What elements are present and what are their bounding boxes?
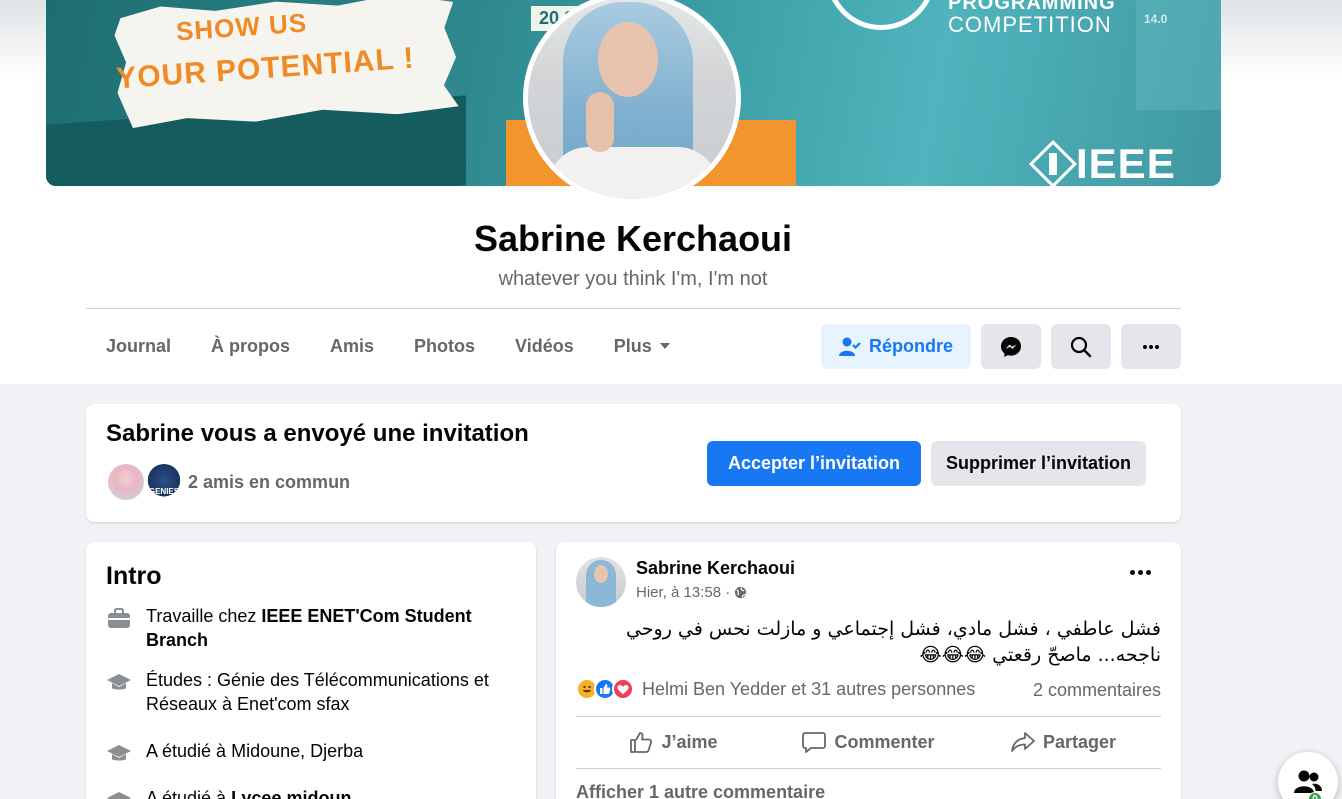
cover-ieee-logo: IEEE [1028, 139, 1176, 186]
cover-competition-text: COMPETITION [948, 12, 1112, 37]
accept-invitation-button[interactable]: Accepter l’invitation [707, 441, 921, 486]
comment-label: Commenter [834, 731, 935, 752]
like-label: J’aime [661, 731, 718, 752]
mutual-friends-text[interactable]: 2 amis en commun [188, 472, 350, 493]
briefcase-icon [106, 606, 132, 632]
post-actions: J’aime Commenter Partager [576, 718, 1161, 766]
intro-studies-text: Études : Génie des Télécommunications et… [146, 670, 489, 714]
comment-button[interactable]: Commenter [771, 718, 966, 766]
mutual-friend-avatar[interactable]: GENIES [144, 462, 184, 502]
person-check-icon [838, 337, 861, 356]
profile-tabs: Journal À propos Amis Photos Vidéos Plus [86, 322, 690, 370]
mutual-badge-text: GENIES [148, 487, 180, 496]
reactions-summary[interactable]: Helmi Ben Yedder et 31 autres personnes [576, 678, 975, 700]
more-icon [1143, 344, 1159, 349]
contacts-badge: 0 [1308, 792, 1322, 799]
tab-friends-label: Amis [330, 335, 375, 356]
cover-circle-logo-icon [826, 0, 936, 30]
search-icon [1070, 336, 1092, 357]
post-text: فشل عاطفي ، فشل مادي، فشل إجتماعي و مازل… [625, 618, 1161, 666]
tab-more[interactable]: Plus [594, 322, 690, 370]
tab-about-label: À propos [211, 335, 291, 356]
post-author-avatar[interactable] [576, 557, 626, 607]
post-divider [576, 716, 1161, 717]
tab-journal-label: Journal [106, 335, 172, 356]
intro-school-text: A étudié à Midoune, Djerba [146, 741, 364, 761]
caret-down-icon [659, 343, 670, 349]
show-more-comments-link[interactable]: Afficher 1 autre commentaire [576, 782, 825, 799]
tab-photos-label: Photos [414, 335, 476, 356]
intro-item-work: Travaille chez IEEE ENET'Com Student Bra… [106, 604, 516, 652]
post-meta: Hier, à 13:58 · [636, 584, 747, 601]
love-reaction-icon [612, 678, 634, 700]
comment-icon [802, 732, 827, 753]
intro-highschool-link[interactable]: Lycee midoun [231, 788, 351, 799]
post-author-name[interactable]: Sabrine Kerchaoui [636, 558, 795, 579]
post-divider [576, 768, 1161, 769]
intro-card: Intro Travaille chez IEEE ENET'Com Stude… [86, 542, 536, 799]
post-card: Sabrine Kerchaoui Hier, à 13:58 · فشل عا… [556, 542, 1181, 799]
intro-work-prefix: Travaille chez [146, 606, 262, 626]
tab-friends[interactable]: Amis [310, 322, 394, 370]
intro-highschool-prefix: A étudié à [146, 788, 232, 799]
share-button[interactable]: Partager [966, 718, 1161, 766]
contacts-icon [1294, 770, 1322, 793]
delete-invitation-button[interactable]: Supprimer l’invitation [931, 441, 1146, 486]
post-timestamp[interactable]: Hier, à 13:58 · [636, 584, 730, 601]
tab-more-label: Plus [613, 335, 652, 356]
ieee-text: IEEE [1076, 140, 1176, 186]
tab-videos[interactable]: Vidéos [495, 322, 594, 370]
intro-item-school: A étudié à Midoune, Djerba [106, 739, 516, 767]
intro-item-studies: Études : Génie des Télécommunications et… [106, 668, 516, 716]
like-button[interactable]: J’aime [576, 718, 771, 766]
mutual-friend-avatar[interactable] [106, 462, 146, 502]
profile-bio: whatever you think I'm, I'm not [498, 268, 768, 290]
search-button[interactable] [1051, 324, 1111, 369]
header-divider [86, 308, 1181, 309]
messenger-icon [1001, 336, 1021, 357]
globe-icon [735, 586, 747, 599]
tab-videos-label: Vidéos [515, 335, 574, 356]
profile-avatar[interactable] [523, 0, 741, 204]
tab-journal[interactable]: Journal [86, 322, 191, 370]
graduation-cap-icon [106, 670, 132, 696]
profile-header: SHOW US YOUR POTENTIAL ! 20 20 PROGRAMMI… [0, 0, 1342, 384]
mutual-friends[interactable]: GENIES 2 amis en commun [106, 462, 350, 502]
invitation-card: Sabrine vous a envoyé une invitation GEN… [86, 404, 1181, 522]
thumbs-up-icon [630, 732, 653, 753]
ieee-diamond-icon [1028, 139, 1078, 186]
respond-button[interactable]: Répondre [821, 324, 971, 369]
invitation-title: Sabrine vous a envoyé une invitation [106, 420, 529, 447]
tab-about[interactable]: À propos [191, 322, 310, 370]
profile-name: Sabrine Kerchaoui [473, 218, 793, 259]
profile-avatar-photo [528, 0, 736, 199]
cover-keyboard-overlay [1136, 0, 1221, 110]
contacts-button[interactable]: 0 [1278, 752, 1338, 799]
more-options-button[interactable] [1121, 324, 1181, 369]
comments-count[interactable]: 2 commentaires [1033, 680, 1161, 701]
graduation-cap-icon [106, 788, 132, 799]
share-icon [1011, 732, 1035, 752]
tab-photos[interactable]: Photos [394, 322, 495, 370]
share-label: Partager [1042, 731, 1117, 752]
intro-title: Intro [106, 562, 162, 590]
reactions-text[interactable]: Helmi Ben Yedder et 31 autres personnes [642, 679, 975, 700]
respond-label: Répondre [868, 336, 953, 356]
message-button[interactable] [981, 324, 1041, 369]
post-options-icon[interactable] [1130, 570, 1151, 575]
graduation-cap-icon [106, 741, 132, 767]
profile-actions: Répondre [821, 324, 1181, 369]
intro-item-highschool: A étudié à Lycee midoun [106, 786, 516, 799]
